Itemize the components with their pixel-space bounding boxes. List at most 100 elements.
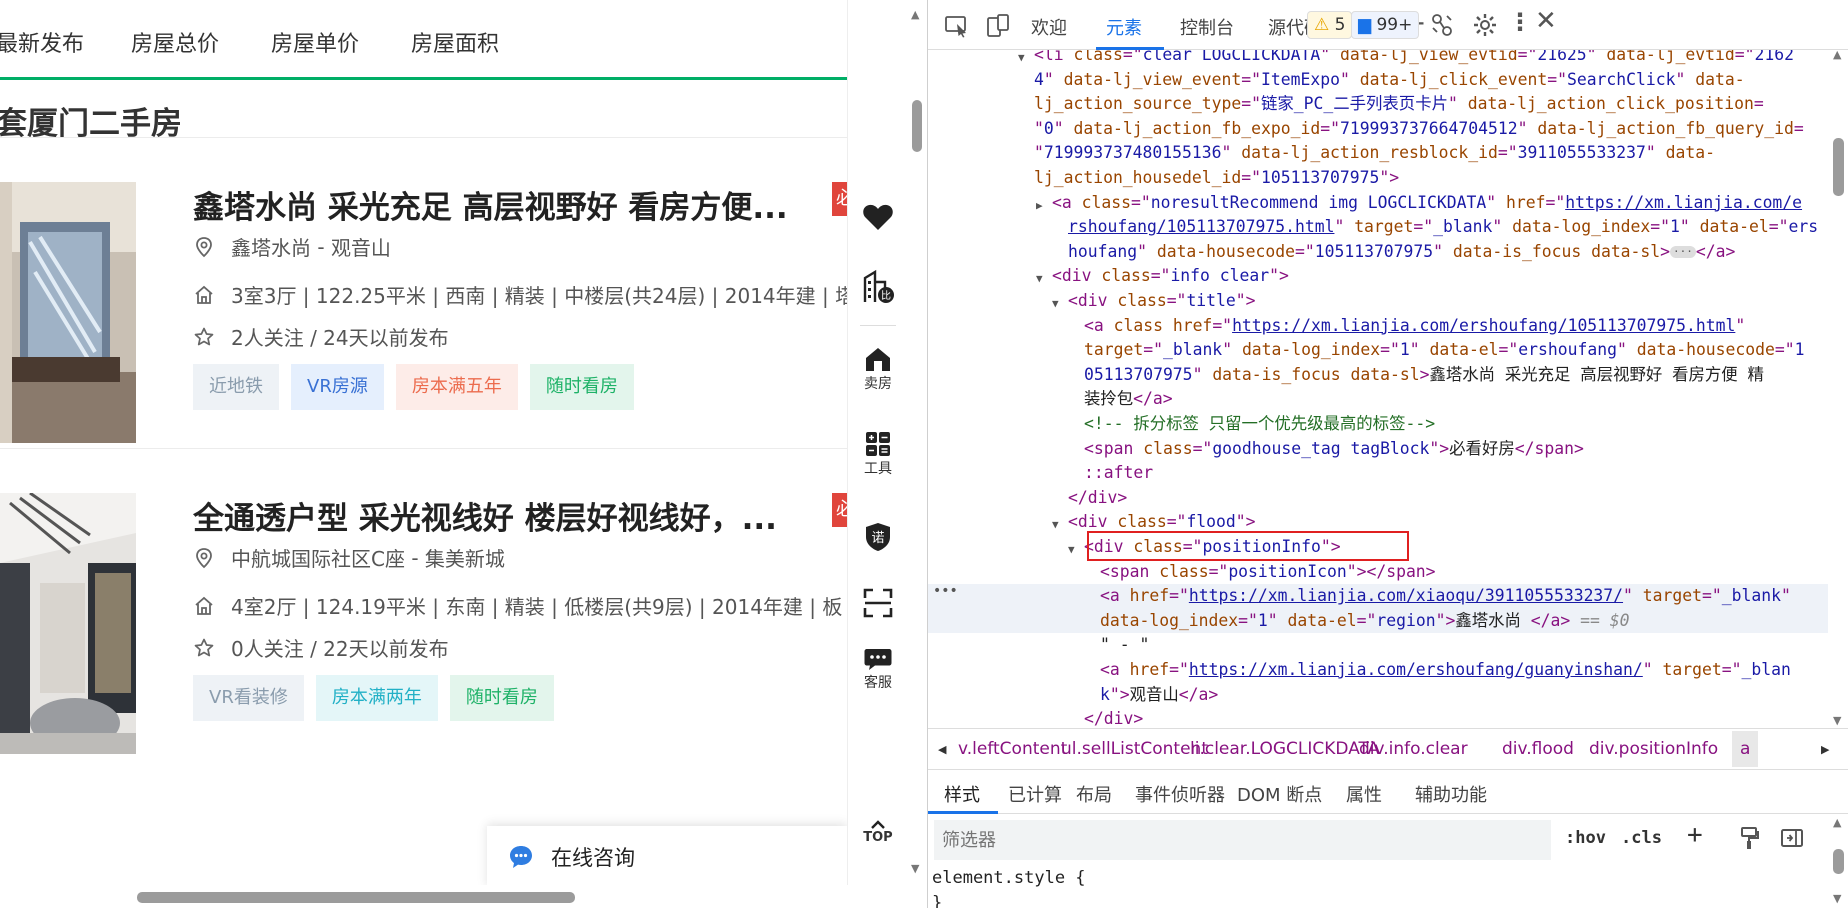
breadcrumb-item[interactable]: a	[1732, 731, 1759, 767]
house-title[interactable]: 全通透户型 采光视线好 楼层好视线好，...	[193, 493, 825, 538]
paint-brush-icon[interactable]	[1738, 826, 1760, 850]
breadcrumb-item[interactable]: div.flood	[1502, 739, 1574, 759]
region-link[interactable]: 观音山	[331, 232, 391, 261]
more-options-icon[interactable]: ⋮	[1508, 8, 1532, 36]
dom-line[interactable]: <span class="goodhouse_tag tagBlock">必看好…	[928, 437, 1828, 462]
breadcrumb-item[interactable]: li.clear.LOGCLICKDATA	[1190, 739, 1379, 759]
dom-line[interactable]: data-log_index="1" data-el="region">鑫塔水尚…	[928, 608, 1828, 634]
toggle-sidebar-icon[interactable]	[1780, 828, 1804, 848]
messages-badge[interactable]: ▆ 99+	[1351, 11, 1420, 39]
scroll-up-arrow-icon[interactable]: ▲	[1833, 48, 1841, 61]
dom-line[interactable]: </div>	[928, 707, 1828, 728]
compare-button[interactable]: 比	[848, 268, 908, 304]
subtab-dom-breakpoints[interactable]: DOM 断点	[1237, 781, 1322, 807]
styles-filter-input[interactable]	[934, 820, 1551, 860]
tools-button[interactable]: 工具	[848, 430, 908, 478]
dom-line[interactable]: <a class href="https://xm.lianjia.com/er…	[928, 314, 1828, 339]
breadcrumb-item[interactable]: div.positionInfo	[1589, 739, 1718, 759]
sell-house-button[interactable]: 卖房	[848, 345, 908, 393]
subtab-accessibility[interactable]: 辅助功能	[1415, 781, 1487, 807]
scrollbar-thumb[interactable]	[1833, 138, 1844, 196]
dom-tree-scrollbar[interactable]: ▲ ▼	[1828, 48, 1848, 728]
class-toggle[interactable]: .cls	[1621, 828, 1662, 848]
breadcrumb-left-arrow-icon[interactable]: ◀	[938, 743, 946, 756]
scroll-down-arrow-icon[interactable]: ▼	[1833, 892, 1841, 905]
scrollbar-thumb[interactable]	[1833, 849, 1844, 874]
dom-line[interactable]: "0" data-lj_action_fb_expo_id="719993737…	[928, 117, 1828, 142]
dom-line[interactable]: ::after	[928, 461, 1828, 486]
device-toolbar-icon[interactable]	[985, 13, 1011, 39]
dom-line[interactable]: 05113707975" data-is_focus data-sl>鑫塔水尚 …	[928, 363, 1828, 388]
dom-line[interactable]: 4" data-lj_view_event="ItemExpo" data-lj…	[928, 68, 1828, 93]
dom-line[interactable]: "719993737480155136" data-lj_action_resb…	[928, 141, 1828, 166]
house-photo[interactable]	[0, 182, 136, 443]
dom-line[interactable]: ▶ <a class="noresultRecommend img LOGCLIC…	[928, 191, 1828, 216]
page-horizontal-scrollbar[interactable]	[0, 885, 927, 908]
gear-icon[interactable]	[1472, 12, 1498, 38]
dom-line[interactable]: <!-- 拆分标签 只留一个优先级最高的标签-->	[928, 412, 1828, 437]
dom-line[interactable]: lj_action_housedel_id="105113707975">	[928, 166, 1828, 191]
scroll-down-arrow-icon[interactable]: ▼	[911, 862, 919, 875]
warnings-badge[interactable]: ⚠ 5	[1307, 11, 1353, 39]
customer-service-button[interactable]: 客服	[848, 646, 908, 692]
dom-line[interactable]: houfang" data-housecode="105113707975" d…	[928, 240, 1828, 265]
styles-scrollbar[interactable]: ▲ ▼	[1828, 814, 1848, 908]
dom-line[interactable]: " - "	[928, 633, 1828, 658]
subtab-layout[interactable]: 布局	[1076, 781, 1112, 807]
breadcrumb-item[interactable]: v.leftContent	[958, 739, 1067, 759]
new-style-rule-icon[interactable]: +	[1687, 820, 1703, 850]
subtab-styles[interactable]: 样式	[944, 781, 980, 807]
dom-line[interactable]: ▼ <div class="title">	[928, 289, 1828, 314]
tab-elements[interactable]: 元素	[1106, 14, 1142, 40]
subtab-computed[interactable]: 已计算	[1008, 781, 1062, 807]
sort-tab-newest[interactable]: 最新发布	[0, 26, 84, 58]
dom-line[interactable]: ▼ <li class="clear LOGCLICKDATA" data-lj_…	[928, 50, 1828, 68]
dom-line[interactable]: </div>	[928, 486, 1828, 511]
scroll-down-arrow-icon[interactable]: ▼	[1833, 714, 1841, 727]
dom-token: "	[1221, 143, 1242, 163]
house-title[interactable]: 鑫塔水尚 采光充足 高层视野好 看房方便...	[193, 182, 825, 227]
breadcrumb-item[interactable]: ul.sellListContent	[1061, 739, 1208, 759]
dom-line[interactable]: <a href="https://xm.lianjia.com/ershoufa…	[928, 658, 1828, 683]
community-link[interactable]: 中航城国际社区C座	[231, 543, 405, 572]
subtab-event-listeners[interactable]: 事件侦听器	[1135, 781, 1225, 807]
element-style-rule[interactable]: element.style {	[932, 868, 1086, 888]
sort-tab-area[interactable]: 房屋面积	[411, 26, 499, 58]
house-photo[interactable]	[0, 493, 136, 754]
scan-button[interactable]	[848, 588, 908, 618]
dom-line[interactable]: k">观音山</a>	[928, 683, 1828, 708]
breadcrumb-item[interactable]: div.info.clear	[1359, 739, 1468, 759]
scrollbar-thumb[interactable]	[137, 892, 575, 903]
dom-tree[interactable]: ▼ <li class="clear LOGCLICKDATA" data-lj_…	[928, 50, 1828, 728]
close-icon[interactable]: ✕	[1535, 6, 1557, 36]
hover-state-toggle[interactable]: :hov	[1565, 828, 1606, 848]
inspect-element-icon[interactable]	[944, 14, 970, 38]
back-to-top-button[interactable]: TOP	[848, 820, 908, 845]
scroll-up-arrow-icon[interactable]: ▲	[911, 8, 919, 21]
subtab-properties[interactable]: 属性	[1346, 781, 1382, 807]
dom-line[interactable]: 装拎包</a>	[928, 387, 1828, 412]
page-vertical-scrollbar[interactable]: ▲ ▼	[907, 0, 927, 885]
community-link[interactable]: 鑫塔水尚	[231, 232, 311, 261]
region-link[interactable]: 集美新城	[425, 543, 505, 572]
tab-welcome[interactable]: 欢迎	[1031, 14, 1067, 40]
dom-line[interactable]: rshoufang/105113707975.html" target="_bl…	[928, 215, 1828, 240]
sort-tab-total-price[interactable]: 房屋总价	[131, 26, 219, 58]
sort-tab-unit-price[interactable]: 房屋单价	[271, 26, 359, 58]
tab-console[interactable]: 控制台	[1180, 14, 1234, 40]
scrollbar-thumb[interactable]	[912, 100, 922, 152]
scroll-up-arrow-icon[interactable]: ▲	[1833, 816, 1841, 829]
breadcrumb-right-arrow-icon[interactable]: ▶	[1821, 743, 1829, 756]
promise-button[interactable]: 诺	[848, 521, 908, 553]
dom-line[interactable]: <a href="https://xm.lianjia.com/xiaoqu/3…	[928, 584, 1828, 609]
customize-connection-icon[interactable]	[1430, 12, 1454, 38]
dom-line[interactable]: lj_action_source_type="链家_PC_二手列表页卡片" da…	[928, 92, 1828, 117]
dom-line[interactable]: ▼ <div class="info clear">	[928, 264, 1828, 289]
favorite-button[interactable]	[848, 202, 908, 232]
online-consult-button[interactable]: 在线咨询	[487, 826, 847, 888]
must-see-badge: 必	[832, 493, 847, 527]
dom-line[interactable]: <span class="positionIcon"></span>	[928, 560, 1828, 585]
dom-line[interactable]: target="_blank" data-log_index="1" data-…	[928, 338, 1828, 363]
ellipsis-badge[interactable]: ···	[1670, 246, 1696, 259]
node-actions-icon[interactable]: •••	[933, 583, 958, 599]
